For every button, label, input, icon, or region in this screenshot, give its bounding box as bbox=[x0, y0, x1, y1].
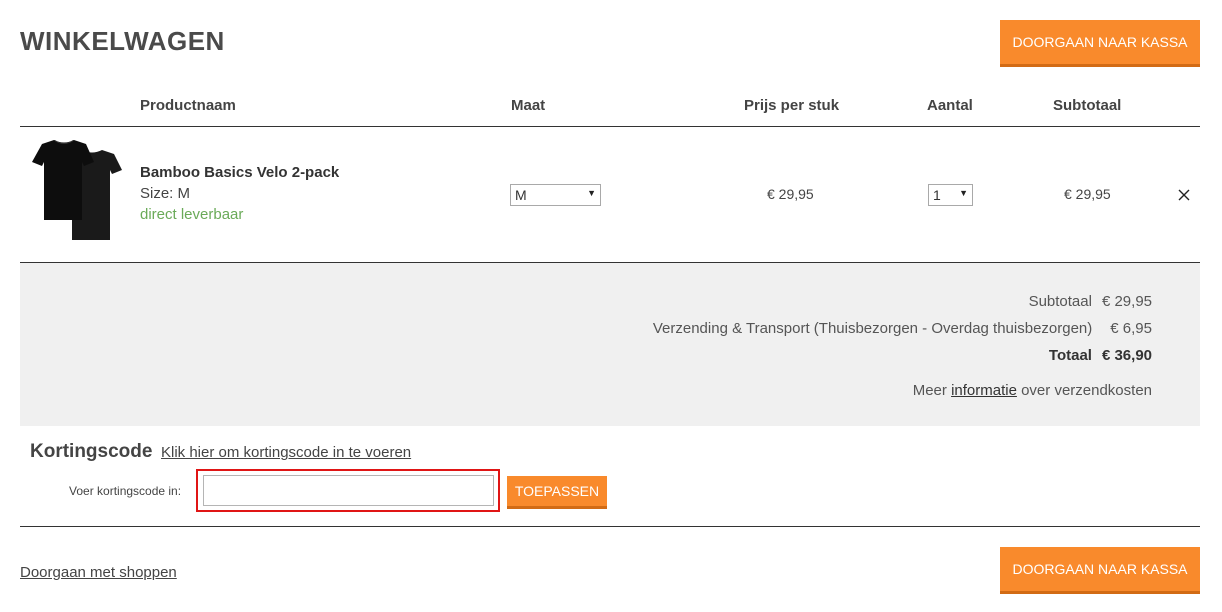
column-header-product: Productnaam bbox=[140, 97, 236, 114]
subtotal-line: Subtotaal € 29,95 bbox=[1029, 293, 1152, 310]
shipping-info-suffix: over verzendkosten bbox=[1021, 382, 1152, 399]
unit-price: € 29,95 bbox=[767, 186, 814, 202]
row-subtotal: € 29,95 bbox=[1064, 186, 1111, 202]
checkout-button-top[interactable]: DOORGAAN NAAR KASSA bbox=[1000, 20, 1200, 67]
quantity-select-value: 1 bbox=[933, 187, 941, 203]
shipping-info-prefix: Meer bbox=[912, 382, 947, 399]
chevron-down-icon: ▼ bbox=[959, 188, 968, 198]
shipping-info-line: Meer informatie over verzendkosten bbox=[913, 382, 1152, 399]
size-select-value: M bbox=[515, 187, 527, 203]
page-title: WINKELWAGEN bbox=[20, 26, 225, 56]
shipping-line: Verzending & Transport (Thuisbezorgen - … bbox=[653, 320, 1152, 337]
coupon-field-label: Voer kortingscode in: bbox=[69, 484, 182, 498]
chevron-down-icon: ▼ bbox=[587, 188, 596, 198]
stock-status: direct leverbaar bbox=[140, 206, 244, 223]
remove-item-icon[interactable] bbox=[1175, 186, 1193, 204]
coupon-divider bbox=[20, 526, 1200, 527]
column-header-price: Prijs per stuk bbox=[744, 97, 840, 114]
header-divider bbox=[20, 126, 1200, 127]
product-name[interactable]: Bamboo Basics Velo 2-pack bbox=[140, 164, 339, 181]
coupon-input[interactable] bbox=[203, 475, 494, 506]
total-value: € 36,90 bbox=[1101, 347, 1152, 364]
checkout-button-bottom[interactable]: DOORGAAN NAAR KASSA bbox=[1000, 547, 1200, 594]
product-image[interactable] bbox=[30, 140, 122, 244]
column-header-size: Maat bbox=[511, 97, 546, 114]
shipping-info-link[interactable]: informatie bbox=[951, 382, 1017, 399]
column-header-subtotal: Subtotaal bbox=[1053, 97, 1122, 114]
apply-coupon-button[interactable]: TOEPASSEN bbox=[507, 476, 607, 509]
shipping-value: € 6,95 bbox=[1110, 320, 1152, 337]
subtotal-value: € 29,95 bbox=[1101, 293, 1152, 310]
continue-shopping-link[interactable]: Doorgaan met shoppen bbox=[20, 564, 177, 581]
subtotal-label: Subtotaal bbox=[1028, 293, 1092, 310]
total-line: Totaal € 36,90 bbox=[1049, 347, 1152, 364]
shipping-label: Verzending & Transport (Thuisbezorgen - … bbox=[652, 320, 1093, 337]
coupon-title: Kortingscode bbox=[30, 441, 153, 462]
quantity-select[interactable]: 1 ▼ bbox=[928, 184, 973, 206]
totals-panel: Subtotaal € 29,95 Verzending & Transport … bbox=[20, 263, 1200, 426]
total-label: Totaal bbox=[1048, 347, 1092, 364]
column-header-quantity: Aantal bbox=[927, 97, 973, 114]
product-size-text: Size: M bbox=[140, 185, 191, 202]
size-select[interactable]: M ▼ bbox=[510, 184, 601, 206]
coupon-toggle-link[interactable]: Klik hier om kortingscode in te voeren bbox=[161, 444, 411, 461]
